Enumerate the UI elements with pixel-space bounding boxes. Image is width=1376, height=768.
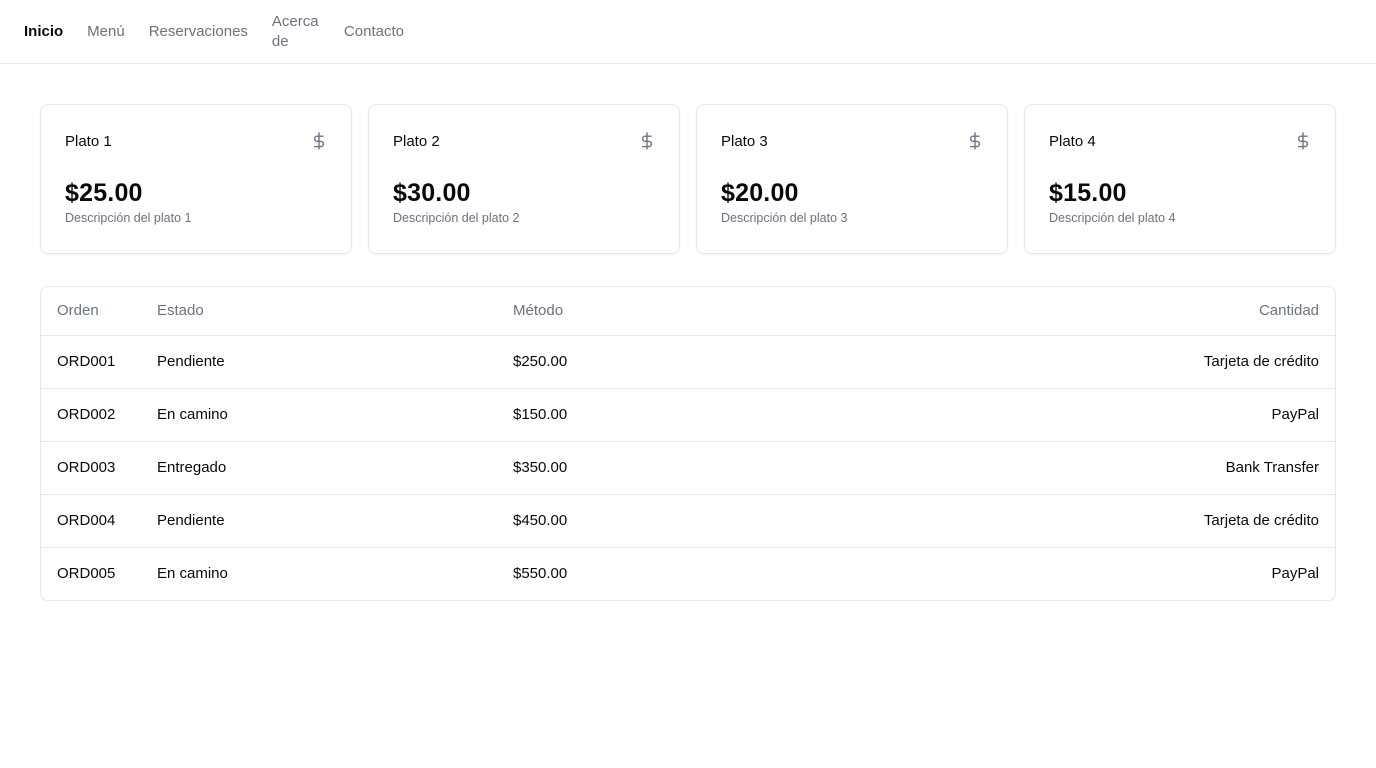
- dollar-sign-icon: [639, 129, 655, 150]
- nav-link-menu[interactable]: Menú: [87, 22, 125, 42]
- table-row: ORD002 En camino $150.00 PayPal: [41, 388, 1335, 442]
- column-header-estado: Estado: [141, 287, 497, 336]
- cell-orden: ORD004: [41, 494, 141, 548]
- nav-link-acerca-de[interactable]: Acerca de: [272, 12, 320, 52]
- dish-price: $25.00: [65, 179, 143, 207]
- cell-metodo: $250.00: [497, 335, 797, 389]
- header-row: Orden Estado Método Cantidad: [41, 287, 1335, 336]
- main-nav: Inicio Menú Reservaciones Acerca de Cont…: [24, 12, 404, 52]
- dish-price: $20.00: [721, 179, 799, 207]
- dish-description: Descripción del plato 1: [65, 211, 192, 225]
- table-row: ORD004 Pendiente $450.00 Tarjeta de créd…: [41, 494, 1335, 548]
- column-header-metodo: Método: [497, 287, 797, 336]
- dollar-sign-icon: [1295, 129, 1311, 150]
- nav-link-inicio[interactable]: Inicio: [24, 22, 63, 42]
- orders-table-body: ORD001 Pendiente $250.00 Tarjeta de créd…: [41, 335, 1335, 600]
- nav-link-reservaciones[interactable]: Reservaciones: [149, 22, 248, 42]
- nav-link-contacto[interactable]: Contacto: [344, 22, 404, 42]
- cell-cantidad: PayPal: [1271, 565, 1319, 583]
- dish-cards: Plato 1 $25.00 Descripción del plato 1 P…: [40, 104, 1336, 254]
- cell-estado: En camino: [141, 388, 497, 442]
- dish-description: Descripción del plato 2: [393, 211, 520, 225]
- dish-card-header: Plato 2: [393, 129, 655, 150]
- dish-card-header: Plato 1: [65, 129, 327, 150]
- dish-card: Plato 3 $20.00 Descripción del plato 3: [696, 104, 1008, 254]
- dish-price: $30.00: [393, 179, 471, 207]
- cell-metodo: $550.00: [513, 565, 568, 583]
- dish-description: Descripción del plato 4: [1049, 211, 1176, 225]
- cell-metodo: $150.00: [497, 388, 797, 442]
- dish-title: Plato 2: [393, 132, 440, 150]
- cell-orden: ORD005: [57, 565, 116, 583]
- dish-title: Plato 1: [65, 132, 112, 150]
- dish-card-header: Plato 4: [1049, 129, 1311, 150]
- dollar-sign-icon: [311, 129, 327, 150]
- cell-metodo: $350.00: [497, 441, 797, 495]
- dish-price: $15.00: [1049, 179, 1127, 207]
- dish-card: Plato 1 $25.00 Descripción del plato 1: [40, 104, 352, 254]
- table-row: ORD005 En camino $550.00 PayPal: [41, 547, 1335, 600]
- dish-title: Plato 4: [1049, 132, 1096, 150]
- dish-card-header: Plato 3: [721, 129, 983, 150]
- column-header-orden: Orden: [41, 287, 141, 336]
- table-row: ORD003 Entregado $350.00 Bank Transfer: [41, 441, 1335, 495]
- cell-estado: Entregado: [141, 441, 497, 495]
- orders-table-container: Orden Estado Método Cantidad ORD001 Pend…: [40, 286, 1336, 601]
- main-content: Plato 1 $25.00 Descripción del plato 1 P…: [0, 64, 1376, 601]
- column-header-cantidad: Cantidad: [797, 287, 1335, 336]
- cell-estado: En camino: [157, 565, 228, 583]
- cell-cantidad: Tarjeta de crédito: [797, 335, 1335, 389]
- dish-title: Plato 3: [721, 132, 768, 150]
- dish-card: Plato 2 $30.00 Descripción del plato 2: [368, 104, 680, 254]
- cell-estado: Pendiente: [141, 494, 497, 548]
- cell-orden: ORD002: [41, 388, 141, 442]
- top-navigation-bar: Inicio Menú Reservaciones Acerca de Cont…: [0, 0, 1376, 64]
- cell-metodo: $450.00: [497, 494, 797, 548]
- table-row: ORD001 Pendiente $250.00 Tarjeta de créd…: [41, 335, 1335, 389]
- orders-table: Orden Estado Método Cantidad ORD001 Pend…: [41, 287, 1335, 600]
- orders-table-header: Orden Estado Método Cantidad: [41, 287, 1335, 336]
- dish-description: Descripción del plato 3: [721, 211, 848, 225]
- dollar-sign-icon: [967, 129, 983, 150]
- cell-cantidad: PayPal: [797, 388, 1335, 442]
- cell-orden: ORD003: [41, 441, 141, 495]
- cell-cantidad: Tarjeta de crédito: [797, 494, 1335, 548]
- cell-estado: Pendiente: [141, 335, 497, 389]
- cell-cantidad: Bank Transfer: [797, 441, 1335, 495]
- dish-card: Plato 4 $15.00 Descripción del plato 4: [1024, 104, 1336, 254]
- cell-orden: ORD001: [41, 335, 141, 389]
